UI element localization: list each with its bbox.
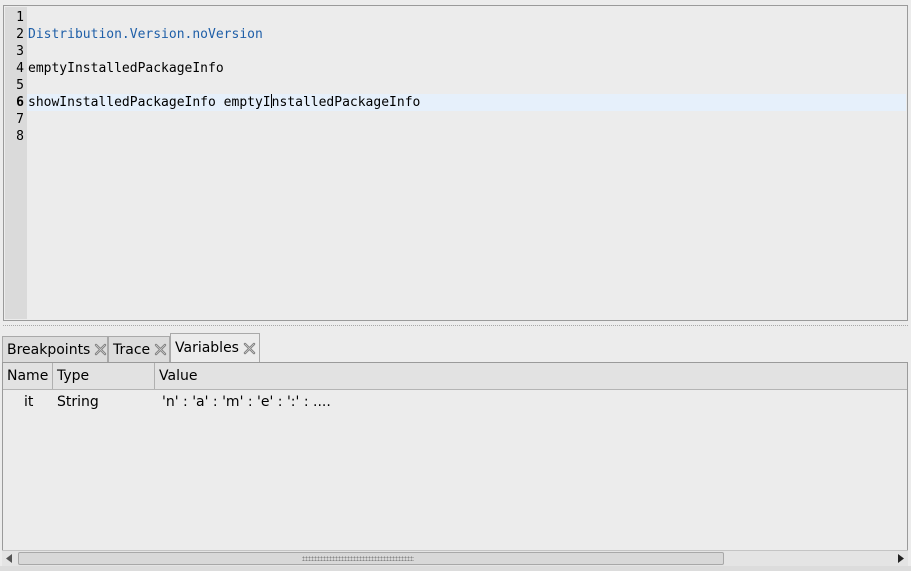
code-text-area[interactable]: Distribution.Version.noVersion emptyInst… (27, 7, 906, 319)
tab-label: Trace (113, 341, 151, 358)
code-text-before-caret: showInstalledPackageInfo emptyI (28, 95, 271, 110)
line-number: 3 (16, 44, 24, 59)
code-line-4[interactable]: emptyInstalledPackageInfo (27, 60, 906, 77)
line-number-gutter: 1 2 3 4 5 6 7 8 (5, 7, 27, 319)
close-x-icon[interactable] (243, 341, 256, 356)
variables-table: Name Type Value it String 'n' : 'a' : 'm… (2, 362, 908, 565)
arrow-right-icon[interactable] (893, 551, 908, 566)
tab-label: Breakpoints (7, 341, 91, 358)
line-number: 2 (16, 27, 24, 42)
code-line-2[interactable]: Distribution.Version.noVersion (27, 26, 906, 43)
column-header-name[interactable]: Name (3, 363, 53, 389)
tab-label: Variables (175, 340, 239, 356)
debugger-window: 1 2 3 4 5 6 7 8 Distribution.Version.noV… (0, 0, 911, 571)
line-number: 8 (16, 129, 24, 144)
table-header: Name Type Value (3, 363, 907, 390)
column-header-type[interactable]: Type (53, 363, 155, 389)
line-number: 4 (16, 61, 24, 76)
horizontal-scrollbar[interactable] (2, 550, 908, 566)
pane-splitter[interactable] (0, 322, 911, 332)
tab-variables[interactable]: Variables (170, 333, 260, 362)
tab-breakpoints[interactable]: Breakpoints (2, 336, 108, 362)
scrollbar-thumb[interactable] (18, 552, 724, 565)
line-number: 1 (16, 10, 24, 25)
splitter-grip (3, 325, 908, 326)
table-row[interactable]: it String 'n' : 'a' : 'm' : 'e' : ':' : … (3, 391, 907, 413)
variable-value: 'n' : 'a' : 'm' : 'e' : ':' : .... (162, 394, 331, 410)
debug-tab-bar: Breakpoints Trace Variables (2, 333, 907, 362)
variable-type: String (57, 394, 99, 410)
line-number-current: 6 (16, 95, 24, 110)
variable-name: it (24, 394, 34, 410)
close-x-icon[interactable] (154, 342, 167, 357)
line-number: 7 (16, 112, 24, 127)
status-strip (0, 566, 911, 571)
line-number: 5 (16, 78, 24, 93)
column-header-value[interactable]: Value (155, 363, 907, 389)
close-x-icon[interactable] (94, 342, 107, 357)
code-line-6[interactable]: showInstalledPackageInfo emptyInstalledP… (27, 94, 906, 111)
code-text-after-caret: nstalledPackageInfo (271, 95, 421, 110)
code-editor[interactable]: 1 2 3 4 5 6 7 8 Distribution.Version.noV… (3, 5, 908, 321)
scroll-grip-texture (302, 556, 414, 561)
tab-trace[interactable]: Trace (108, 336, 170, 362)
arrow-left-icon[interactable] (2, 551, 17, 566)
